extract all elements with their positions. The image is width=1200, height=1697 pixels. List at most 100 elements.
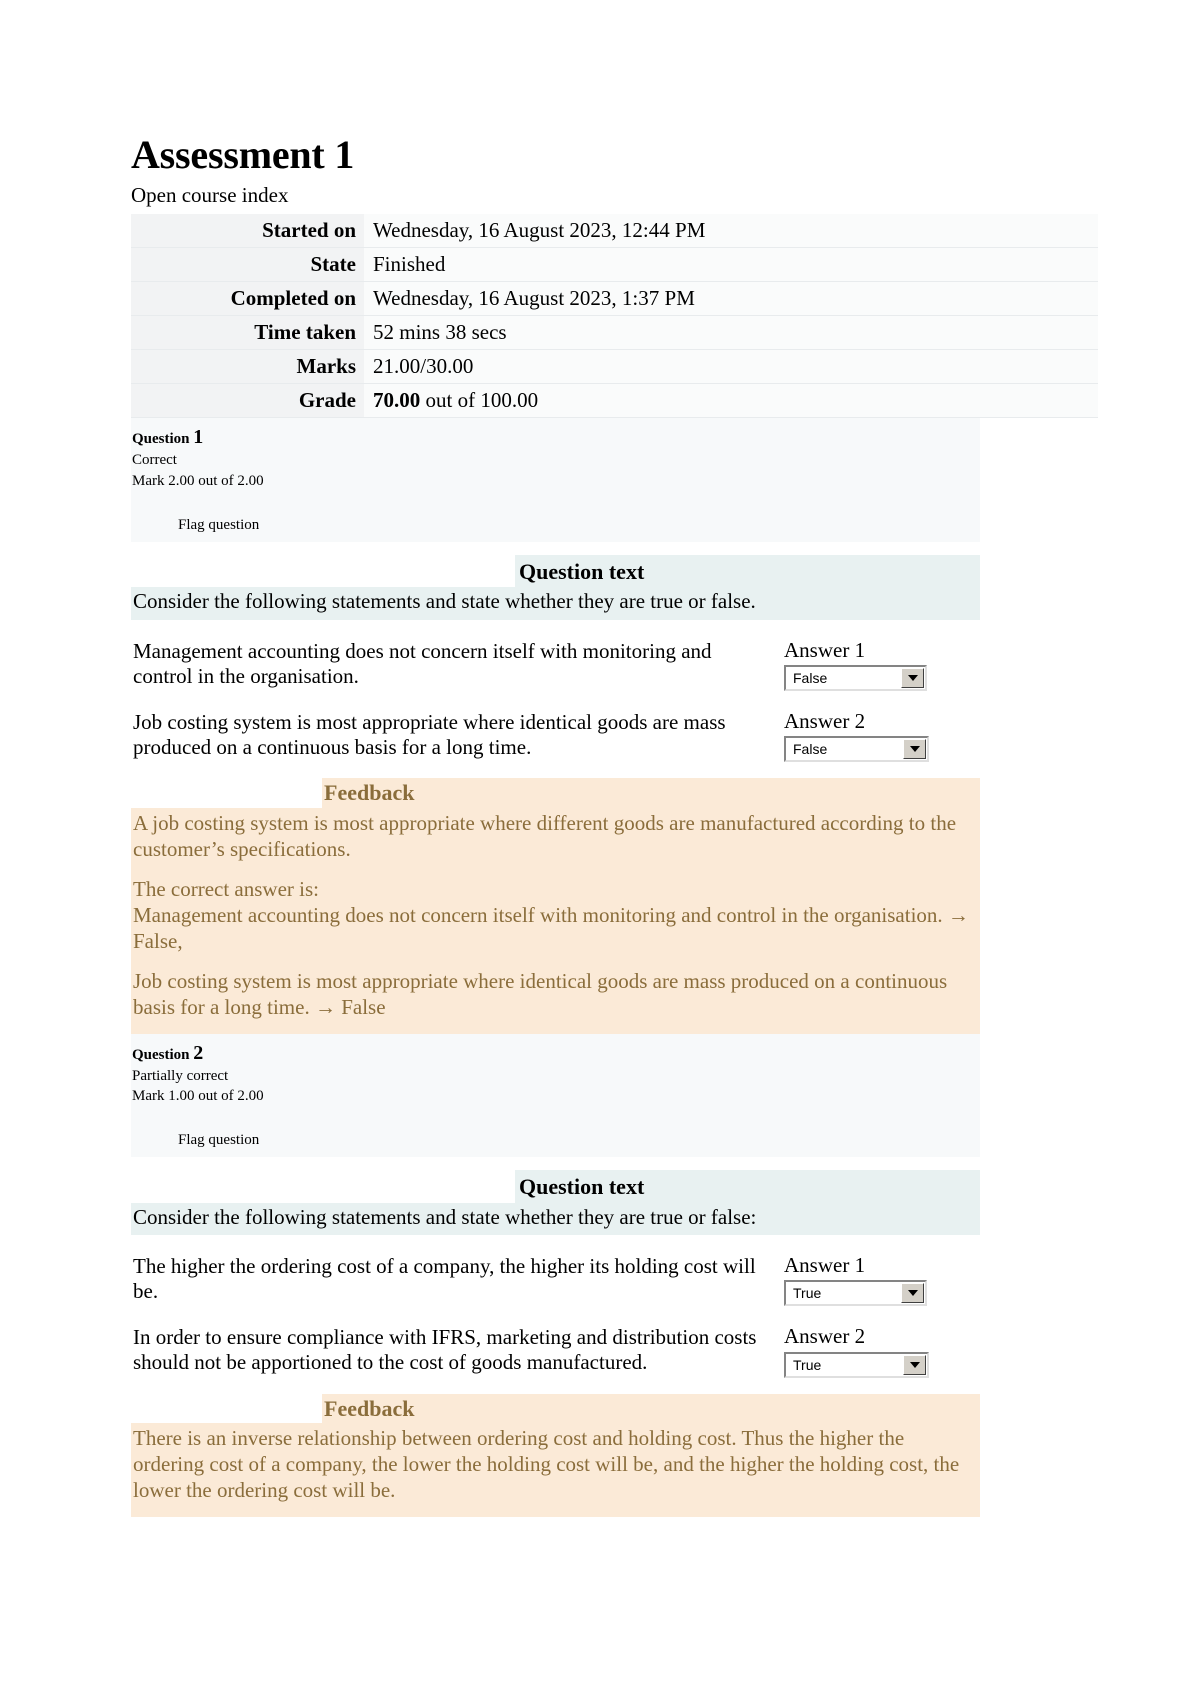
question-text-body-1: Consider the following statements and st…	[131, 587, 980, 620]
attempt-summary-table: Started on Wednesday, 16 August 2023, 12…	[131, 214, 1098, 418]
answer-column-2-1: Answer 1 True	[776, 1253, 980, 1307]
answer-select-value-1-1: False	[793, 669, 828, 686]
heading-band: Question text	[515, 554, 980, 588]
feedback-heading-1: Feedback	[324, 779, 415, 805]
summary-label-completed-on: Completed on	[131, 281, 364, 316]
question-text-heading-row-1: Question text	[131, 554, 980, 588]
question-text-heading-2: Question text	[517, 1170, 647, 1204]
statement-row-1-1: Management accounting does not concern i…	[131, 637, 980, 691]
question-text-heading-1: Question text	[517, 554, 647, 588]
question-grade-2: Mark 1.00 out of 2.00	[132, 1088, 264, 1105]
triangle-glyph	[907, 674, 918, 681]
table-row: Grade 70.00 out of 100.00	[131, 383, 1098, 418]
question-state-1: Correct	[132, 452, 177, 469]
question-block-1: Question 1 Correct Mark 2.00 out of 2.00…	[131, 418, 980, 1034]
statement-text-2-1: The higher the ordering cost of a compan…	[133, 1254, 756, 1304]
triangle-glyph	[907, 1290, 918, 1297]
quiz-review-page: Assessment 1 Open course index Started o…	[131, 0, 1098, 1518]
answer-select-value-2-2: True	[793, 1356, 822, 1373]
answer-label-1-1: Answer 1	[784, 637, 866, 662]
summary-value-grade: 70.00 out of 100.00	[364, 383, 1098, 418]
question-number-heading-2: Question 2	[132, 1042, 980, 1064]
question-word: Question	[132, 431, 190, 448]
feedback-paragraph: There is an inverse relationship between…	[133, 1426, 960, 1503]
heading-band: Feedback	[322, 777, 980, 808]
heading-spacer	[324, 1170, 515, 1204]
feedback-correct-answer-2: Job costing system is most appropriate w…	[133, 968, 948, 1019]
answer-select-value-2-1: True	[793, 1285, 822, 1302]
answer-label-1-2: Answer 2	[784, 708, 866, 733]
question-number: 2	[193, 1041, 204, 1064]
table-row: Started on Wednesday, 16 August 2023, 12…	[131, 214, 1098, 248]
table-row: Marks 21.00/30.00	[131, 349, 1098, 384]
question-text-body-2: Consider the following statements and st…	[131, 1203, 980, 1236]
feedback-correct-answer-label: The correct answer is:	[133, 876, 319, 901]
triangle-glyph	[909, 745, 920, 752]
summary-label-time-taken: Time taken	[131, 315, 364, 350]
flag-question-link-2[interactable]: Flag question	[178, 1132, 259, 1149]
question-text-heading-row-2: Question text	[131, 1170, 980, 1204]
feedback-section-1: Feedback A job costing system is most ap…	[131, 777, 980, 1034]
question-block-2: Question 2 Partially correct Mark 1.00 o…	[131, 1033, 980, 1518]
question-info-1: Question 1 Correct Mark 2.00 out of 2.00…	[131, 418, 980, 542]
summary-label-started-on: Started on	[131, 214, 364, 248]
flag-question-link-1[interactable]: Flag question	[178, 517, 259, 534]
answer-select-1-2[interactable]: False	[784, 735, 929, 762]
question-grade-1: Mark 2.00 out of 2.00	[132, 472, 264, 489]
question-info-2: Question 2 Partially correct Mark 1.00 o…	[131, 1033, 980, 1158]
answer-label-2-1: Answer 1	[784, 1253, 866, 1278]
page-title: Assessment 1	[131, 132, 355, 177]
statement-row-1-2: Job costing system is most appropriate w…	[131, 708, 980, 762]
chevron-down-icon[interactable]	[903, 1354, 926, 1375]
answer-column-2-2: Answer 2 True	[776, 1325, 980, 1378]
heading-spacer	[131, 777, 322, 808]
answer-column-1-2: Answer 2 False	[776, 708, 980, 762]
table-row: Completed on Wednesday, 16 August 2023, …	[131, 281, 1098, 316]
answer-select-2-2[interactable]: True	[784, 1351, 929, 1378]
statement-text-2-2: In order to ensure compliance with IFRS,…	[133, 1325, 757, 1375]
summary-value-marks: 21.00/30.00	[364, 349, 1098, 384]
question-number: 1	[193, 426, 204, 449]
answer-select-2-1[interactable]: True	[784, 1280, 927, 1307]
statement-row-2-1: The higher the ordering cost of a compan…	[131, 1253, 980, 1307]
chevron-down-icon[interactable]	[901, 1283, 924, 1304]
summary-value-state: Finished	[364, 247, 1098, 282]
answer-select-1-1[interactable]: False	[784, 664, 927, 691]
heading-band: Feedback	[322, 1393, 980, 1424]
summary-value-started-on: Wednesday, 16 August 2023, 12:44 PM	[364, 214, 1098, 248]
feedback-correct-answer-1: Management accounting does not concern i…	[133, 902, 969, 953]
summary-value-completed-on: Wednesday, 16 August 2023, 1:37 PM	[364, 281, 1098, 316]
statement-row-2-2: In order to ensure compliance with IFRS,…	[131, 1325, 980, 1378]
question-state-2: Partially correct	[132, 1067, 229, 1084]
feedback-section-2: Feedback There is an inverse relationshi…	[131, 1393, 980, 1518]
table-row: State Finished	[131, 247, 1098, 282]
statement-text-1-2: Job costing system is most appropriate w…	[133, 709, 726, 759]
table-row: Time taken 52 mins 38 secs	[131, 315, 1098, 350]
feedback-body-2: There is an inverse relationship between…	[131, 1423, 980, 1518]
summary-label-state: State	[131, 247, 364, 282]
feedback-heading-row-2: Feedback	[131, 1393, 980, 1424]
question-text-section-2: Question text Consider the following sta…	[131, 1170, 980, 1236]
question-number-heading-1: Question 1	[132, 426, 980, 448]
grade-number: 70.00	[373, 388, 421, 413]
chevron-down-icon[interactable]	[903, 738, 926, 759]
summary-label-grade: Grade	[131, 383, 364, 418]
feedback-heading-row-1: Feedback	[131, 777, 980, 808]
answer-column-1-1: Answer 1 False	[776, 637, 980, 691]
feedback-body-1: A job costing system is most appropriate…	[131, 807, 980, 1034]
question-word: Question	[132, 1046, 190, 1063]
open-course-index-link[interactable]: Open course index	[131, 182, 980, 208]
answer-select-value-1-2: False	[793, 740, 828, 757]
feedback-paragraph: A job costing system is most appropriate…	[133, 810, 957, 861]
question-text-section-1: Question text Consider the following sta…	[131, 554, 980, 620]
heading-spacer	[131, 1393, 322, 1424]
feedback-heading-2: Feedback	[324, 1395, 415, 1421]
heading-band: Question text	[515, 1170, 980, 1204]
grade-suffix: out of 100.00	[420, 388, 539, 413]
triangle-glyph	[909, 1361, 920, 1368]
chevron-down-icon[interactable]	[901, 667, 924, 688]
heading-spacer	[324, 554, 515, 588]
summary-label-marks: Marks	[131, 349, 364, 384]
summary-value-time-taken: 52 mins 38 secs	[364, 315, 1098, 350]
statement-text-1-1: Management accounting does not concern i…	[133, 638, 712, 688]
